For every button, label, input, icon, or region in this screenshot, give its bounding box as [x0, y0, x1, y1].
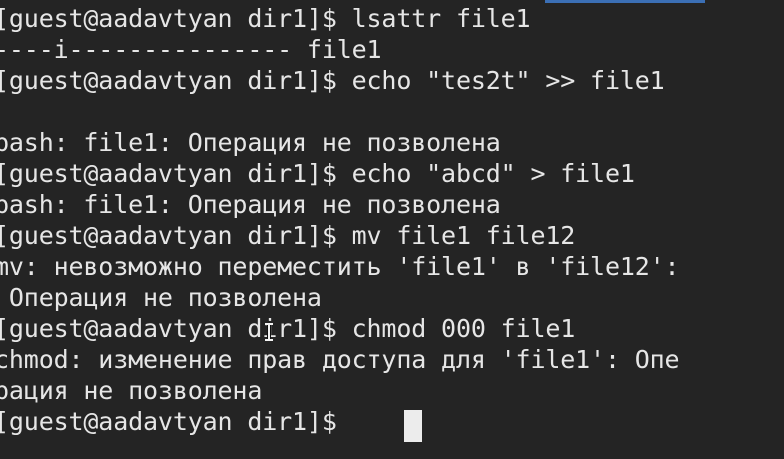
terminal-line-current-prompt[interactable]: [guest@aadavtyan dir1]$: [0, 406, 352, 437]
terminal-line-error-mv: mv: невозможно переместить 'file1' в 'fi…: [0, 252, 680, 281]
terminal-window[interactable]: [guest@aadavtyan dir1]$ lsattr file1 ---…: [0, 0, 784, 459]
terminal-line-prompt-chmod: [guest@aadavtyan dir1]$ chmod 000 file1: [0, 314, 576, 343]
terminal-line-lsattr-output: ----i--------------- file1: [0, 35, 382, 64]
ibeam-pointer-icon: [265, 323, 273, 341]
text-cursor: [404, 410, 422, 442]
terminal-line-error-mv-cont: Операция не позволена: [0, 283, 322, 312]
terminal-line-error-chmod: chmod: изменение прав доступа для 'file1…: [0, 345, 680, 374]
terminal-line-prompt-echo-write: [guest@aadavtyan dir1]$ echo "abcd" > fi…: [0, 159, 635, 188]
terminal-line-error-write: bash: file1: Операция не позволена: [0, 190, 501, 219]
terminal-line-prompt-lsattr: [guest@aadavtyan dir1]$ lsattr file1: [0, 4, 531, 33]
terminal-line-prompt-echo-append: [guest@aadavtyan dir1]$ echo "tes2t" >> …: [0, 66, 665, 95]
top-accent-bar: [545, 0, 705, 3]
terminal-line-prompt-mv: [guest@aadavtyan dir1]$ mv file1 file12: [0, 221, 576, 250]
terminal-line-error-chmod-cont: рация не позволена: [0, 376, 263, 405]
terminal-line-error-append: bash: file1: Операция не позволена: [0, 128, 501, 157]
